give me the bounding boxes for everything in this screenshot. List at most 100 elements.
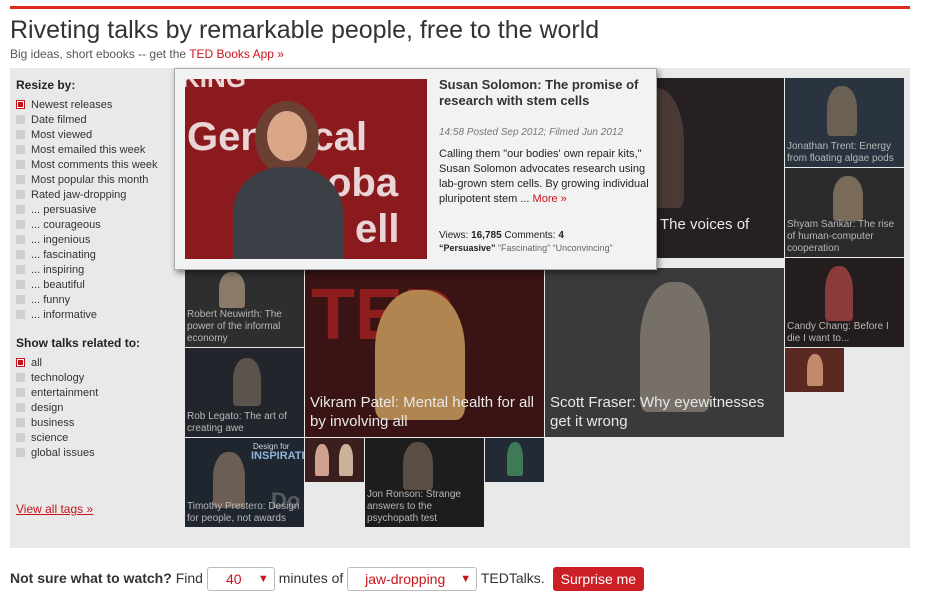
talk-tile[interactable]: Scott Fraser: Why eyewitnesses get it wr… <box>545 268 784 437</box>
tile-caption: The voices of <box>660 216 750 233</box>
related-option[interactable]: entertainment <box>16 386 140 401</box>
related-option[interactable]: global issues <box>16 446 140 461</box>
related-option[interactable]: science <box>16 431 140 446</box>
tile-sign-text: INSPIRATIO <box>251 450 304 462</box>
checkbox[interactable] <box>16 235 25 244</box>
resize-option[interactable]: Most viewed <box>16 128 158 143</box>
resize-option[interactable]: Most emailed this week <box>16 143 158 158</box>
related-heading: Show talks related to: <box>16 336 141 350</box>
speaker-image <box>833 176 863 221</box>
resize-option[interactable]: Newest releases <box>16 98 158 113</box>
speaker-image <box>825 266 853 321</box>
view-all-tags-link[interactable]: View all tags » <box>16 502 93 516</box>
speaker-image <box>507 442 523 476</box>
checkbox[interactable] <box>16 310 25 319</box>
page-title: Riveting talks by remarkable people, fre… <box>10 16 600 44</box>
resize-option[interactable]: ... courageous <box>16 218 158 233</box>
related-option[interactable]: business <box>16 416 140 431</box>
chevron-down-icon: ▼ <box>257 573 269 586</box>
checkbox[interactable] <box>16 295 25 304</box>
talk-tile[interactable]: TED Vikram Patel: Mental health for all … <box>305 268 544 437</box>
finder-find-label: Find <box>175 570 203 586</box>
resize-option[interactable]: ... inspiring <box>16 263 158 278</box>
checkbox[interactable] <box>16 205 25 214</box>
speaker-face <box>267 111 307 161</box>
resize-option[interactable]: ... informative <box>16 308 158 323</box>
checkbox[interactable] <box>16 175 25 184</box>
talk-tile[interactable] <box>785 348 844 392</box>
talk-preview-image[interactable]: KING Genetical oba ell <box>185 79 427 259</box>
comments-count: 4 <box>558 230 564 241</box>
checkbox-selected[interactable] <box>16 358 25 367</box>
resize-option[interactable]: Most popular this month <box>16 173 158 188</box>
checkbox[interactable] <box>16 448 25 457</box>
ted-books-link[interactable]: TED Books App » <box>189 47 284 61</box>
related-option[interactable]: technology <box>16 371 140 386</box>
checkbox[interactable] <box>16 190 25 199</box>
checkbox[interactable] <box>16 145 25 154</box>
resize-option[interactable]: ... beautiful <box>16 278 158 293</box>
talk-tile[interactable]: Jon Ronson: Strange answers to the psych… <box>365 438 484 527</box>
resize-option[interactable]: ... persuasive <box>16 203 158 218</box>
tile-caption: Shyam Sankar: The rise of human-computer… <box>787 219 895 254</box>
checkbox-selected[interactable] <box>16 100 25 109</box>
talk-tile[interactable] <box>305 438 364 482</box>
tile-caption: Jonathan Trent: Energy from floating alg… <box>787 141 894 164</box>
tile-caption: Scott Fraser: Why eyewitnesses get it wr… <box>550 394 765 430</box>
resize-heading: Resize by: <box>16 78 76 92</box>
popup-stats: Views: 16,785 Comments: 4 <box>439 230 564 241</box>
resize-option[interactable]: Rated jaw-dropping <box>16 188 158 203</box>
resize-option[interactable]: ... ingenious <box>16 233 158 248</box>
image-backdrop-text: ell <box>355 207 400 251</box>
subtitle-text: Big ideas, short ebooks -- get the <box>10 47 190 61</box>
chevron-down-icon: ▼ <box>460 573 472 586</box>
speaker-body <box>233 167 343 259</box>
checkbox[interactable] <box>16 373 25 382</box>
checkbox[interactable] <box>16 265 25 274</box>
speaker-image <box>807 354 823 386</box>
checkbox[interactable] <box>16 160 25 169</box>
mood-select[interactable]: jaw-dropping ▼ <box>347 567 478 592</box>
talk-finder: Not sure what to watch? Find 40 ▼ minutes… <box>10 566 645 592</box>
resize-by-section: Resize by: Newest releases Date filmed M… <box>16 78 158 323</box>
image-backdrop-text: KING <box>185 79 246 94</box>
checkbox[interactable] <box>16 250 25 259</box>
speaker-image <box>403 442 433 490</box>
finder-tedtalks-label: TEDTalks. <box>480 570 545 586</box>
checkbox[interactable] <box>16 220 25 229</box>
talk-tile[interactable]: Rob Legato: The art of creating awe <box>185 348 304 437</box>
checkbox[interactable] <box>16 280 25 289</box>
checkbox[interactable] <box>16 433 25 442</box>
speaker-image <box>233 358 261 406</box>
popup-meta: 14:58 Posted Sep 2012; Filmed Jun 2012 <box>439 127 624 138</box>
resize-option[interactable]: Most comments this week <box>16 158 158 173</box>
talk-tile[interactable]: Shyam Sankar: The rise of human-computer… <box>785 168 904 257</box>
more-link[interactable]: More » <box>533 193 567 205</box>
resize-option[interactable]: Date filmed <box>16 113 158 128</box>
checkbox[interactable] <box>16 403 25 412</box>
related-option[interactable]: all <box>16 356 140 371</box>
talk-tile[interactable]: Jonathan Trent: Energy from floating alg… <box>785 78 904 167</box>
popup-rating-tags: “Persuasive” “Fascinating” “Unconvincing… <box>439 243 613 253</box>
checkbox[interactable] <box>16 115 25 124</box>
checkbox[interactable] <box>16 388 25 397</box>
speaker-image <box>219 272 245 308</box>
talk-tile[interactable] <box>485 438 544 482</box>
tile-caption: Vikram Patel: Mental health for all by i… <box>310 394 534 430</box>
finder-minutes-label: minutes of <box>278 570 344 586</box>
talk-tile[interactable]: Candy Chang: Before I die I want to... <box>785 258 904 347</box>
minutes-select[interactable]: 40 ▼ <box>206 567 275 592</box>
talk-tile[interactable]: Design for INSPIRATIO Do Timothy Prester… <box>185 438 304 527</box>
surprise-me-button[interactable]: Surprise me <box>552 567 645 592</box>
popup-title[interactable]: Susan Solomon: The promise of research w… <box>439 77 649 109</box>
tile-caption: Timothy Prestero: Design for people, not… <box>187 501 300 524</box>
talk-tile[interactable]: Robert Neuwirth: The power of the inform… <box>185 268 304 347</box>
checkbox[interactable] <box>16 130 25 139</box>
subtitle: Big ideas, short ebooks -- get the TED B… <box>10 47 284 61</box>
checkbox[interactable] <box>16 418 25 427</box>
related-option[interactable]: design <box>16 401 140 416</box>
resize-option[interactable]: ... funny <box>16 293 158 308</box>
talk-preview-popup[interactable]: KING Genetical oba ell Susan Solomon: Th… <box>174 68 657 270</box>
views-count: 16,785 <box>471 230 502 241</box>
resize-option[interactable]: ... fascinating <box>16 248 158 263</box>
